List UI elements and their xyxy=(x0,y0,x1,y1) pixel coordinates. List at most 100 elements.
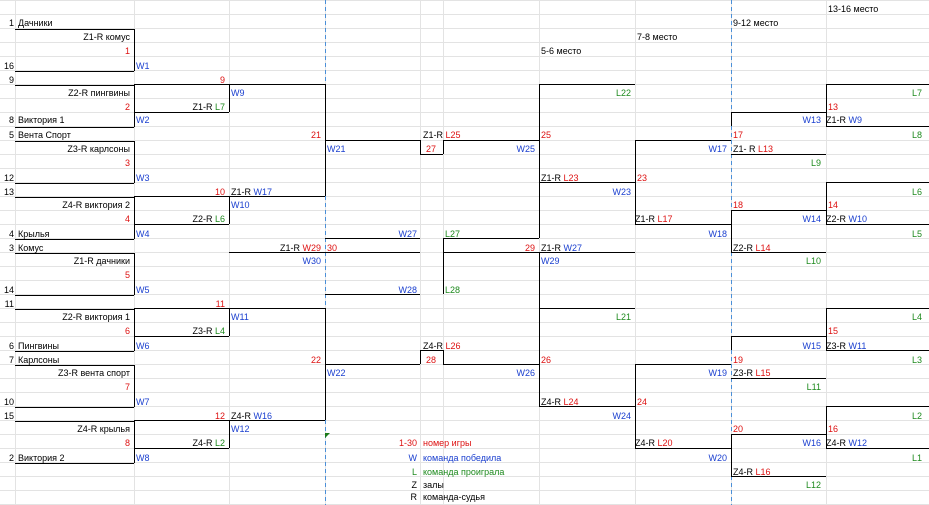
hall-label: Z1-R xyxy=(279,243,300,253)
winner-ref: W16 xyxy=(802,438,821,448)
loser-ref: L22 xyxy=(615,88,631,98)
game-number: 13 xyxy=(828,102,839,112)
game-number: 15 xyxy=(828,326,839,336)
hall-referee: Z2-R L14 xyxy=(733,241,771,255)
hall-referee: Z4-R L24 xyxy=(541,395,579,409)
game-number: 23 xyxy=(637,173,648,183)
game-number: 3 xyxy=(124,158,130,168)
spreadsheet-sheet: 1 16 9 8 5 12 13 4 3 14 11 6 7 10 15 2 Д… xyxy=(0,0,929,505)
loser-ref: L9 xyxy=(810,158,821,168)
game-number: 11 xyxy=(215,299,225,309)
winner-ref: W15 xyxy=(802,341,821,351)
loser-ref: L7 xyxy=(214,102,225,112)
hall-referee: Z2-R пингвины xyxy=(68,88,130,98)
winner-ref: W8 xyxy=(136,453,150,463)
loser-ref: L4 xyxy=(911,312,922,322)
loser-ref: L11 xyxy=(806,382,821,392)
hall-label: Z3-R xyxy=(192,326,213,336)
hall-label: Z1-R xyxy=(826,115,846,125)
game-number: 9 xyxy=(219,75,225,85)
loser-ref: L4 xyxy=(214,326,225,336)
hall-label: Z4-R xyxy=(826,438,846,448)
winner-ref: W17 xyxy=(253,187,273,197)
winner-ref: W17 xyxy=(708,144,727,154)
hall-referee: Z1-R W17 xyxy=(231,185,272,199)
game-number: 24 xyxy=(637,397,648,407)
hall-label: Z1- R xyxy=(733,144,756,154)
seed-number: 1 xyxy=(8,18,14,28)
seed-number: 4 xyxy=(8,229,14,239)
seed-number: 5 xyxy=(8,130,14,140)
game-number: 12 xyxy=(214,411,225,421)
game-number: 25 xyxy=(541,130,552,140)
place-label: 7-8 место xyxy=(637,32,678,42)
legend-text: номер игры xyxy=(423,438,472,448)
loser-ref: L10 xyxy=(805,256,821,266)
legend-key: 1-30 xyxy=(398,438,417,448)
seed-number: 8 xyxy=(8,115,14,125)
game-number: 7 xyxy=(124,382,130,392)
hall-label: Z4-R xyxy=(541,397,561,407)
hall-referee: Z1-R W29 xyxy=(229,241,321,255)
hall-referee: Z3-R карлсоны xyxy=(67,144,130,154)
hall-referee: Z2-R виктория 1 xyxy=(62,312,130,322)
team-name: Виктория 2 xyxy=(18,453,65,463)
seed-number: 11 xyxy=(4,299,14,309)
winner-ref: W5 xyxy=(136,285,150,295)
legend-text: команда победила xyxy=(423,453,502,463)
team-name: Крылья xyxy=(18,229,50,239)
winner-ref: W22 xyxy=(327,368,346,378)
game-number: 20 xyxy=(733,424,744,434)
loser-ref: L14 xyxy=(755,243,771,253)
hall-referee: Z1-R комус xyxy=(83,32,130,42)
seed-number: 2 xyxy=(8,453,14,463)
winner-ref: W1 xyxy=(136,61,150,71)
winner-ref: W28 xyxy=(398,285,417,295)
hall-referee: Z1-R L25 xyxy=(423,128,461,142)
winner-ref: W20 xyxy=(708,453,727,463)
loser-ref: L24 xyxy=(563,397,579,407)
loser-ref: L25 xyxy=(445,130,461,140)
loser-ref: L26 xyxy=(445,341,461,351)
legend-key: L xyxy=(411,467,417,477)
winner-ref: W29 xyxy=(541,256,560,266)
hall-referee: Z1-R W27 xyxy=(541,241,582,255)
hall-referee: Z4-R L16 xyxy=(733,465,771,479)
winner-ref: W10 xyxy=(231,200,250,210)
legend-key: W xyxy=(408,453,418,463)
loser-ref: L6 xyxy=(911,187,922,197)
winner-ref: W11 xyxy=(848,341,867,351)
loser-ref: L8 xyxy=(911,130,922,140)
winner-ref: W19 xyxy=(708,368,727,378)
game-number: 29 xyxy=(524,243,535,253)
loser-ref: L16 xyxy=(755,467,771,477)
hall-label: Z2-R xyxy=(733,243,753,253)
seed-number: 15 xyxy=(3,411,14,421)
seed-number: 13 xyxy=(3,187,14,197)
winner-ref: W25 xyxy=(516,144,535,154)
loser-ref: L2 xyxy=(214,438,225,448)
winner-ref: W16 xyxy=(253,411,273,421)
game-number: 1 xyxy=(124,46,130,56)
winner-ref: W9 xyxy=(848,115,863,125)
seed-number: 7 xyxy=(8,355,14,365)
seed-number: 10 xyxy=(3,397,14,407)
loser-ref: L23 xyxy=(563,173,579,183)
loser-ref: L21 xyxy=(615,312,631,322)
winner-ref: W9 xyxy=(231,88,245,98)
loser-ref: L13 xyxy=(758,144,774,154)
seed-number: 12 xyxy=(3,173,14,183)
hall-referee: Z3-R W11 xyxy=(826,339,866,353)
winner-ref: W30 xyxy=(302,256,321,266)
winner-ref: W24 xyxy=(612,411,631,421)
game-number: 28 xyxy=(426,355,437,365)
hall-referee: Z2-R L6 xyxy=(134,212,225,226)
hall-referee: Z1-R L17 xyxy=(635,212,673,226)
hall-label: Z3-R xyxy=(733,368,753,378)
winner-ref: W21 xyxy=(327,144,346,154)
hall-referee: Z4-R W12 xyxy=(826,436,867,450)
game-number: 10 xyxy=(214,187,225,197)
legend-text: команда проиграла xyxy=(423,467,505,477)
team-name: Виктория 1 xyxy=(18,115,65,125)
hall-referee: Z3-R L15 xyxy=(733,366,771,380)
